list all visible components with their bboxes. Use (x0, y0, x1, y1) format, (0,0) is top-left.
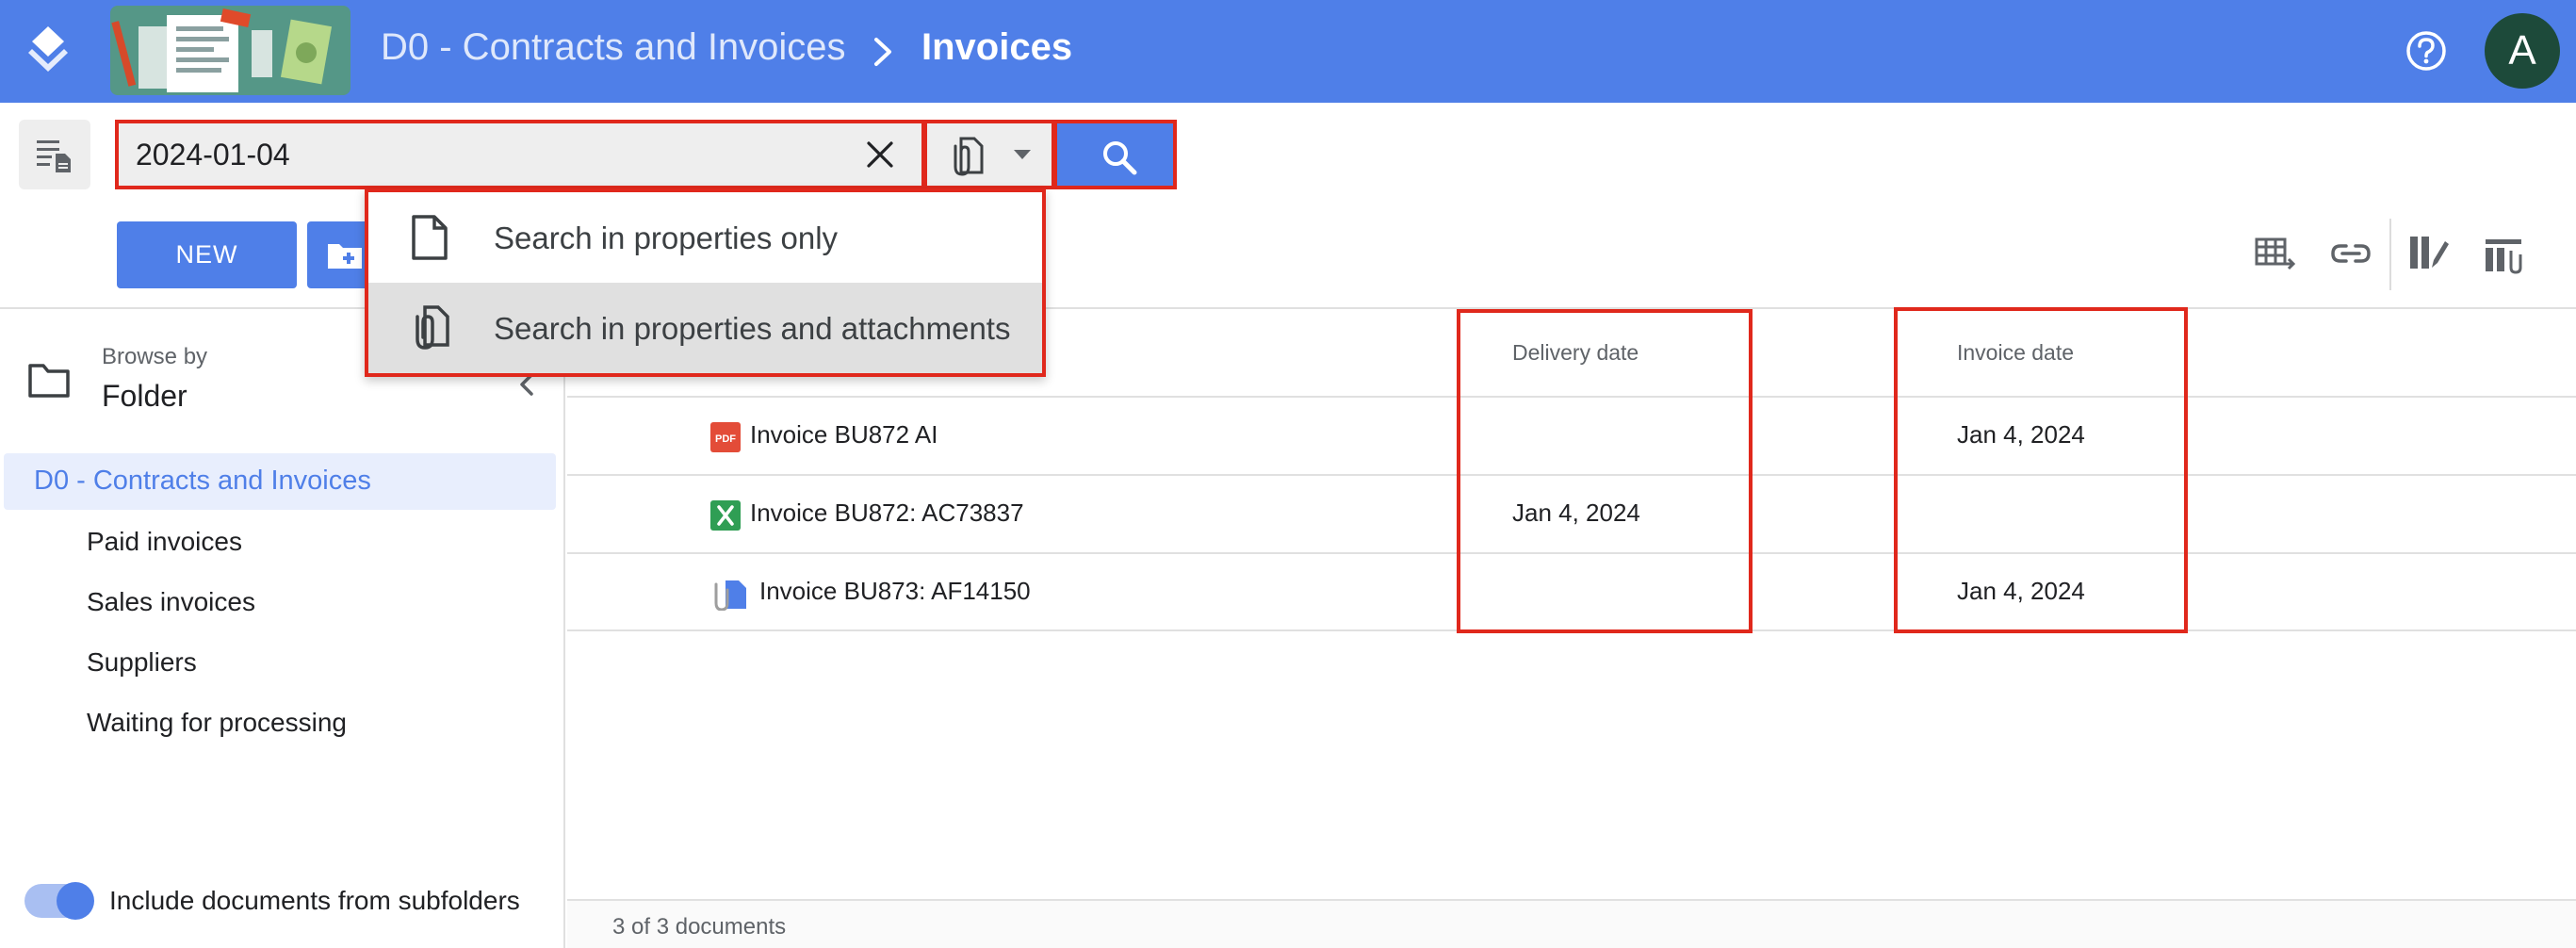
avatar[interactable]: A (2485, 13, 2560, 89)
delivery-date-cell: Jan 4, 2024 (1512, 499, 1640, 527)
include-subfolders-toggle[interactable] (24, 882, 94, 920)
browse-by-selector[interactable]: Folder (102, 379, 187, 414)
pdf-icon: PDF (710, 422, 741, 452)
sidebar-toggle-button[interactable] (19, 120, 90, 189)
clear-search-icon[interactable] (863, 138, 897, 172)
menu-item-properties-and-attachments[interactable]: Search in properties and attachments (368, 283, 1042, 373)
document-name[interactable]: Invoice BU872 AI (750, 420, 937, 449)
repository-banner-image (110, 6, 351, 95)
menu-item-label: Search in properties only (494, 221, 839, 255)
menu-item-properties-only[interactable]: Search in properties only (368, 192, 1042, 283)
invoice-date-cell: Jan 4, 2024 (1957, 420, 2085, 449)
attachment-doc-icon (710, 579, 748, 611)
search-field (115, 120, 925, 189)
paperclip-file-icon (954, 137, 984, 176)
toggle-knob (57, 882, 94, 920)
avatar-initial: A (2508, 27, 2536, 74)
table-row[interactable]: Invoice BU872: AC73837 Jan 4, 2024 (567, 474, 2576, 552)
add-folder-icon (328, 244, 362, 269)
app-header: D0 - Contracts and Invoices Invoices A (0, 0, 2576, 103)
documents-table: Delivery date Invoice date PDF Invoice B… (567, 307, 2576, 948)
breadcrumb-root[interactable]: D0 - Contracts and Invoices (381, 26, 846, 69)
table-row[interactable]: Invoice BU873: AF14150 Jan 4, 2024 (567, 552, 2576, 631)
add-folder-button[interactable] (307, 221, 373, 288)
document-list-icon (37, 140, 71, 172)
excel-icon (710, 500, 741, 531)
breadcrumb-chevron-icon (865, 32, 901, 72)
sidebar (0, 307, 565, 948)
paperclip-file-icon (416, 305, 449, 350)
file-icon (412, 215, 448, 260)
table-footer: 3 of 3 documents (567, 899, 2576, 948)
include-subfolders-label: Include documents from subfolders (109, 886, 520, 915)
sidebar-item-root[interactable]: D0 - Contracts and Invoices (4, 453, 556, 510)
help-icon[interactable] (2405, 30, 2447, 72)
column-header-delivery-date[interactable]: Delivery date (1512, 340, 1639, 366)
toolbar-separator (2389, 219, 2391, 290)
document-count: 3 of 3 documents (612, 914, 787, 940)
sidebar-item-label: D0 - Contracts and Invoices (34, 466, 371, 496)
document-name[interactable]: Invoice BU872: AC73837 (750, 499, 1024, 528)
browse-by-label: Browse by (102, 344, 208, 369)
sidebar-item-sales-invoices[interactable]: Sales invoices (87, 587, 255, 617)
search-mode-menu: Search in properties only Search in prop… (365, 188, 1046, 377)
table-row[interactable]: PDF Invoice BU872 AI Jan 4, 2024 (567, 396, 2576, 474)
new-button[interactable]: NEW (117, 221, 297, 288)
invoice-date-cell: Jan 4, 2024 (1957, 577, 2085, 605)
sidebar-item-suppliers[interactable]: Suppliers (87, 647, 197, 678)
export-table-icon[interactable] (2254, 232, 2297, 275)
folder-icon (26, 362, 72, 400)
search-button[interactable] (1053, 120, 1177, 189)
sidebar-item-waiting-for-processing[interactable]: Waiting for processing (87, 708, 347, 738)
app-logo-icon[interactable] (26, 25, 70, 75)
svg-text:PDF: PDF (715, 433, 736, 445)
dropdown-caret-icon (1014, 150, 1031, 159)
search-input[interactable] (136, 123, 833, 186)
link-icon[interactable] (2329, 232, 2372, 275)
edit-columns-icon[interactable] (2407, 232, 2451, 275)
document-name[interactable]: Invoice BU873: AF14150 (759, 577, 1031, 606)
search-icon (1103, 141, 1137, 175)
page-title: Invoices (921, 26, 1073, 68)
column-header-invoice-date[interactable]: Invoice date (1957, 340, 2074, 366)
search-mode-dropdown-button[interactable] (923, 120, 1055, 189)
menu-item-label: Search in properties and attachments (494, 311, 1011, 346)
sidebar-item-paid-invoices[interactable]: Paid invoices (87, 527, 242, 557)
attachment-columns-icon[interactable] (2483, 232, 2526, 275)
